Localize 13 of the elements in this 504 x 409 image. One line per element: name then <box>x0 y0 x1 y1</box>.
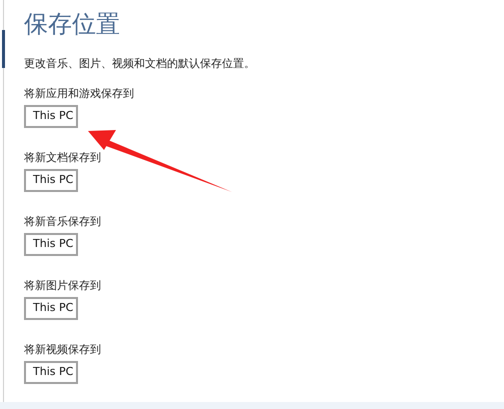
setting-label: 将新应用和游戏保存到 <box>24 86 134 100</box>
page-title: 保存位置 <box>24 9 120 40</box>
setting-label: 将新文档保存到 <box>24 150 101 164</box>
setting-label: 将新视频保存到 <box>24 342 101 356</box>
location-dropdown[interactable]: This PC <box>24 104 78 128</box>
accent-bar <box>2 30 5 68</box>
description: 更改音乐、图片、视频和文档的默认保存位置。 <box>24 56 255 72</box>
setting-label: 将新音乐保存到 <box>24 214 101 228</box>
setting-label: 将新图片保存到 <box>24 278 101 292</box>
location-dropdown[interactable]: This PC <box>24 296 78 320</box>
location-dropdown[interactable]: This PC <box>24 360 78 384</box>
location-dropdown[interactable]: This PC <box>24 232 78 256</box>
location-dropdown[interactable]: This PC <box>24 168 78 192</box>
